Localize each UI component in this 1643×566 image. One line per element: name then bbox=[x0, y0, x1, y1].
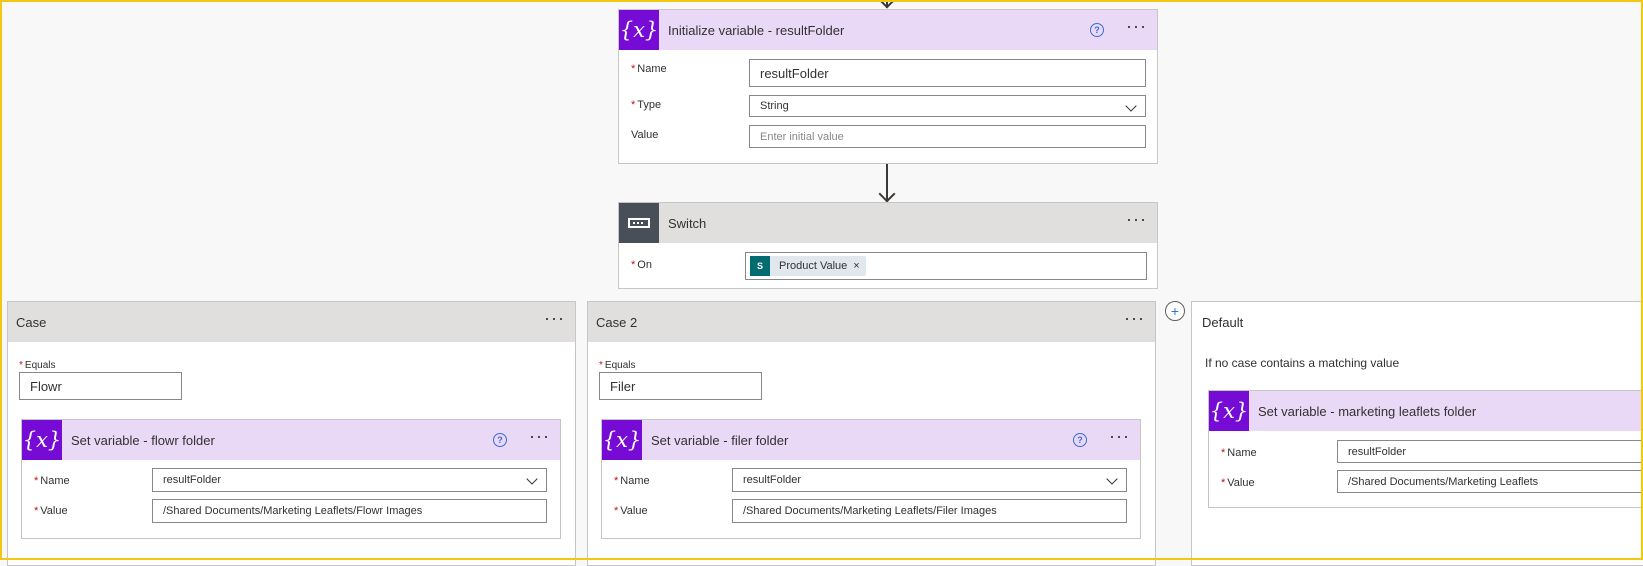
add-case-button[interactable]: + bbox=[1165, 301, 1185, 321]
more-options-icon[interactable]: ··· bbox=[1109, 427, 1130, 445]
case-header[interactable]: Case ··· bbox=[8, 302, 575, 342]
case-title: Case 2 bbox=[596, 314, 638, 330]
switch-icon bbox=[619, 203, 659, 243]
initialize-variable-header[interactable]: {x} Initialize variable - resultFolder ?… bbox=[619, 10, 1157, 50]
variable-name-input[interactable]: resultFolder bbox=[749, 59, 1146, 87]
connector-arrow-top bbox=[878, 0, 896, 9]
connector-arrow-switch bbox=[878, 185, 896, 203]
on-label: * On bbox=[631, 259, 652, 271]
name-label: * Name bbox=[34, 475, 70, 487]
more-options-icon[interactable]: ··· bbox=[1126, 17, 1147, 35]
variable-type-value: String bbox=[760, 100, 789, 112]
switch-header[interactable]: Switch ··· bbox=[619, 203, 1157, 243]
variable-name-select[interactable]: resultFolder bbox=[732, 468, 1127, 492]
switch-title: Switch bbox=[668, 215, 707, 231]
value-label: * Value bbox=[1221, 477, 1255, 489]
name-label: * Name bbox=[1221, 447, 1257, 459]
case-header[interactable]: Case 2 ··· bbox=[588, 302, 1155, 342]
name-label: * Name bbox=[614, 475, 650, 487]
name-label: * Name bbox=[631, 63, 667, 75]
chevron-down-icon bbox=[1125, 100, 1137, 112]
variable-value-input[interactable]: Enter initial value bbox=[749, 125, 1146, 148]
default-case-header[interactable]: Default bbox=[1192, 302, 1643, 342]
set-variable-title: Set variable - filer folder bbox=[651, 432, 789, 448]
variable-name-select[interactable]: resultFolder bbox=[1337, 440, 1643, 463]
variable-name-select[interactable]: resultFolder bbox=[152, 468, 547, 492]
set-variable-header[interactable]: {x} Set variable - filer folder ? ··· bbox=[602, 420, 1140, 460]
default-case-title: Default bbox=[1202, 314, 1244, 330]
variable-icon: {x} bbox=[22, 420, 62, 460]
help-icon[interactable]: ? bbox=[1073, 433, 1088, 447]
value-label: * Value bbox=[614, 505, 648, 517]
case-title: Case bbox=[16, 314, 47, 330]
equals-label: * Equals bbox=[599, 360, 636, 371]
help-icon[interactable]: ? bbox=[1090, 23, 1105, 37]
equals-label: * Equals bbox=[19, 360, 56, 371]
more-options-icon[interactable]: ··· bbox=[544, 309, 565, 327]
more-options-icon[interactable]: ··· bbox=[1124, 309, 1145, 327]
case-card[interactable]: Case 2 ··· * Equals Filer {x} Set variabl… bbox=[587, 301, 1156, 566]
variable-icon: {x} bbox=[619, 10, 659, 50]
token-label: Product Value bbox=[779, 260, 848, 272]
set-variable-title: Set variable - flowr folder bbox=[71, 432, 215, 448]
case-card[interactable]: Case ··· * Equals Flowr {x} Set variable … bbox=[7, 301, 576, 566]
set-variable-title: Set variable - marketing leaflets folder bbox=[1258, 403, 1477, 419]
initialize-variable-card[interactable]: {x} Initialize variable - resultFolder ?… bbox=[618, 9, 1158, 164]
value-label: * Value bbox=[34, 505, 68, 517]
default-case-description: If no case contains a matching value bbox=[1205, 356, 1400, 370]
variable-icon: {x} bbox=[1209, 391, 1249, 431]
more-options-icon[interactable]: ··· bbox=[1126, 210, 1147, 228]
variable-value-input[interactable]: /Shared Documents/Marketing Leaflets/Flo… bbox=[152, 499, 547, 523]
dynamic-content-token[interactable]: S Product Value × bbox=[750, 256, 866, 276]
variable-value-input[interactable]: /Shared Documents/Marketing Leaflets bbox=[1337, 470, 1643, 493]
default-case-card[interactable]: Default If no case contains a matching v… bbox=[1191, 301, 1643, 566]
switch-card[interactable]: Switch ··· * On S Product Value × bbox=[618, 202, 1158, 289]
set-variable-card[interactable]: {x} Set variable - flowr folder ? ··· * N… bbox=[21, 419, 561, 539]
initialize-variable-title: Initialize variable - resultFolder bbox=[668, 22, 845, 38]
chevron-down-icon bbox=[526, 473, 538, 485]
set-variable-header[interactable]: {x} Set variable - flowr folder ? ··· bbox=[22, 420, 560, 460]
close-icon[interactable]: × bbox=[853, 260, 859, 272]
variable-value-input[interactable]: /Shared Documents/Marketing Leaflets/Fil… bbox=[732, 499, 1127, 523]
chevron-down-icon bbox=[1106, 473, 1118, 485]
variable-icon: {x} bbox=[602, 420, 642, 460]
variable-name-value: resultFolder bbox=[743, 474, 802, 486]
switch-on-input[interactable]: S Product Value × bbox=[745, 252, 1147, 280]
more-options-icon[interactable]: ··· bbox=[529, 427, 550, 445]
sharepoint-icon: S bbox=[750, 256, 770, 276]
type-label: * Type bbox=[631, 99, 662, 111]
set-variable-header[interactable]: {x} Set variable - marketing leaflets fo… bbox=[1209, 391, 1643, 431]
variable-type-select[interactable]: String bbox=[749, 95, 1146, 117]
set-variable-card[interactable]: {x} Set variable - filer folder ? ··· * N… bbox=[601, 419, 1141, 539]
equals-input[interactable]: Filer bbox=[599, 372, 762, 400]
equals-input[interactable]: Flowr bbox=[19, 372, 182, 400]
value-label: Value bbox=[631, 129, 659, 141]
help-icon[interactable]: ? bbox=[493, 433, 508, 447]
variable-name-value: resultFolder bbox=[163, 474, 222, 486]
set-variable-card[interactable]: {x} Set variable - marketing leaflets fo… bbox=[1208, 390, 1643, 508]
